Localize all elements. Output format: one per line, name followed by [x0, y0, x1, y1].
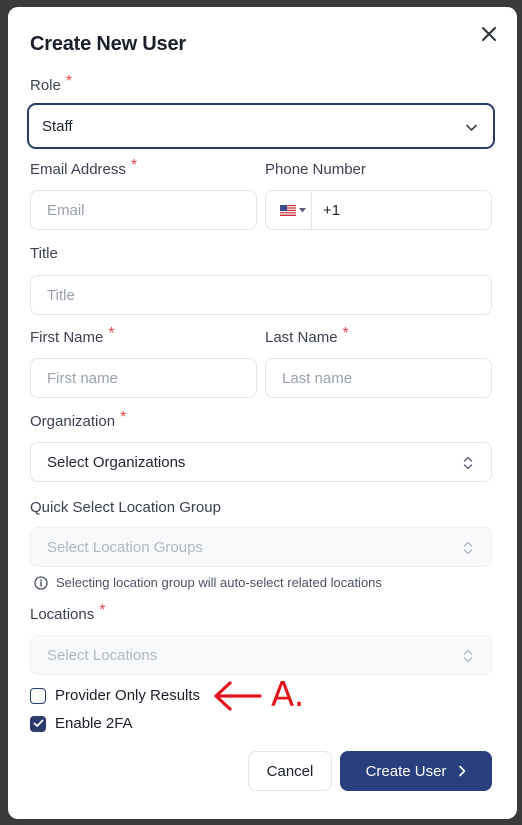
email-label: Email Address *: [30, 157, 137, 179]
required-asterisk: *: [120, 409, 127, 426]
location-group-placeholder: Select Location Groups: [47, 538, 203, 556]
locations-select[interactable]: Select Locations: [30, 635, 492, 675]
title-field[interactable]: Title: [30, 275, 492, 315]
required-asterisk: *: [99, 602, 106, 619]
email-label-text: Email Address: [30, 161, 126, 178]
locations-label: Locations *: [30, 602, 105, 624]
last-name-label-text: Last Name: [265, 329, 338, 346]
email-placeholder: Email: [47, 201, 85, 219]
chevron-up-down-icon: [463, 456, 473, 470]
country-selector[interactable]: [266, 191, 312, 229]
required-asterisk: *: [108, 325, 115, 342]
organization-placeholder: Select Organizations: [47, 453, 186, 471]
chevron-up-down-icon: [463, 649, 473, 663]
dialog-title: Create New User: [30, 33, 186, 55]
checkmark-icon: [33, 719, 43, 727]
create-user-button[interactable]: Create User: [340, 751, 492, 791]
enable-2fa-label[interactable]: Enable 2FA: [55, 715, 133, 732]
required-asterisk: *: [65, 73, 73, 90]
role-select-value: Staff: [42, 117, 73, 135]
locations-label-text: Locations: [30, 606, 95, 623]
last-name-field[interactable]: Last name: [265, 358, 492, 398]
phone-field[interactable]: +1: [265, 190, 492, 230]
us-flag-icon: [280, 204, 296, 216]
title-label: Title: [30, 245, 58, 262]
required-asterisk: *: [342, 325, 349, 342]
role-select[interactable]: Staff: [27, 103, 495, 149]
location-group-select[interactable]: Select Location Groups: [30, 527, 492, 567]
email-field[interactable]: Email: [30, 190, 257, 230]
create-user-button-label: Create User: [365, 762, 447, 780]
chevron-down-icon: [466, 124, 477, 131]
organization-select[interactable]: Select Organizations: [30, 442, 492, 482]
location-group-hint-text: Selecting location group will auto-selec…: [56, 575, 382, 590]
role-label-text: Role: [30, 77, 61, 94]
phone-country-code: +1: [323, 201, 341, 219]
info-icon: [34, 575, 48, 590]
first-name-field[interactable]: First name: [30, 358, 257, 398]
last-name-label: Last Name *: [265, 325, 349, 347]
caret-down-icon: [299, 207, 306, 212]
create-user-dialog: Create New User Role * Staff Email Addres…: [8, 7, 517, 819]
phone-label: Phone Number: [265, 161, 366, 178]
first-name-label-text: First Name: [30, 329, 104, 346]
annotation-label: A.: [271, 675, 305, 715]
chevron-up-down-icon: [463, 541, 473, 555]
provider-only-results-checkbox[interactable]: [30, 687, 46, 704]
annotation-arrow-icon: [214, 681, 262, 711]
provider-only-results-option[interactable]: Provider Only Results: [30, 687, 200, 704]
title-placeholder: Title: [47, 286, 75, 304]
close-icon[interactable]: [478, 23, 500, 45]
location-group-hint: Selecting location group will auto-selec…: [34, 575, 382, 590]
last-name-placeholder: Last name: [282, 369, 353, 387]
organization-label: Organization *: [30, 409, 126, 431]
cancel-button[interactable]: Cancel: [248, 751, 332, 791]
chevron-right-icon: [459, 765, 466, 777]
role-label: Role *: [30, 73, 72, 95]
location-group-label: Quick Select Location Group: [30, 499, 221, 516]
first-name-placeholder: First name: [47, 369, 118, 387]
first-name-label: First Name *: [30, 325, 115, 347]
enable-2fa-option[interactable]: Enable 2FA: [30, 715, 133, 732]
locations-placeholder: Select Locations: [47, 646, 158, 664]
enable-2fa-checkbox[interactable]: [30, 715, 46, 732]
required-asterisk: *: [130, 157, 138, 174]
organization-label-text: Organization: [30, 413, 116, 430]
provider-only-results-label[interactable]: Provider Only Results: [55, 687, 200, 704]
